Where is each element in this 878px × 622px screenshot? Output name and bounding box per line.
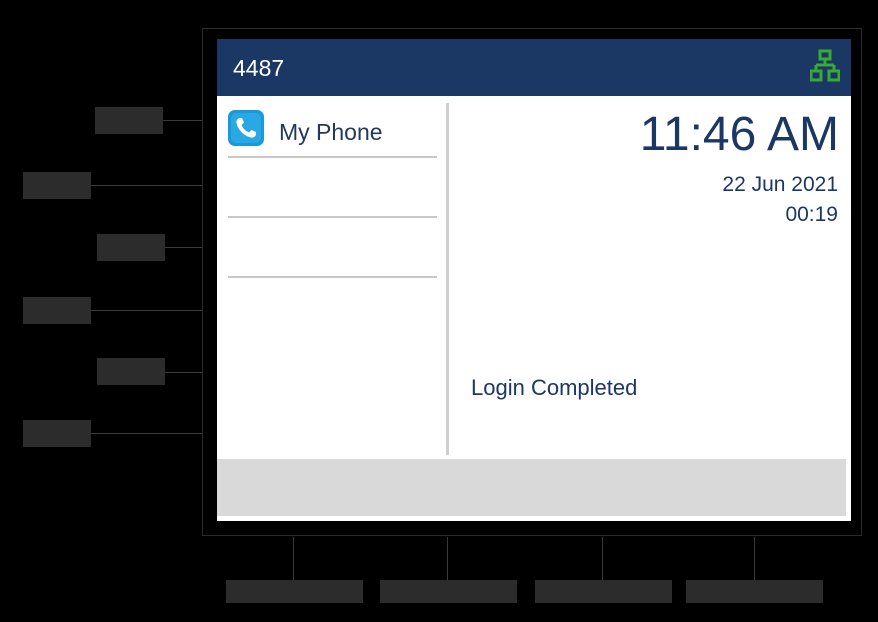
line-key-empty-2[interactable] — [228, 158, 437, 218]
softkey-connector — [447, 537, 448, 580]
line-key-my-phone[interactable]: My Phone — [228, 98, 437, 158]
side-button-connector — [91, 185, 202, 186]
softkey-button-1[interactable] — [226, 580, 363, 603]
softkey-button-2[interactable] — [380, 580, 517, 603]
side-line-button-6[interactable] — [23, 420, 91, 447]
status-header: 4487 — [217, 39, 851, 96]
clock-date: 22 Jun 2021 — [722, 173, 838, 196]
phone-screen: 4487 My Phone 11:46 AM 22 Jun 2021 00:19… — [217, 39, 851, 521]
side-button-connector — [165, 372, 202, 373]
softkey-connector — [293, 537, 294, 580]
line-key-label: My Phone — [279, 119, 383, 145]
softkey-button-3[interactable] — [535, 580, 672, 603]
phone-icon — [228, 110, 264, 146]
side-button-connector — [91, 433, 202, 434]
softkey-bar — [217, 459, 846, 516]
network-connected-icon — [810, 49, 840, 82]
extension-number: 4487 — [233, 55, 285, 81]
side-line-button-1[interactable] — [95, 107, 163, 134]
softkey-connector — [754, 537, 755, 580]
side-button-connector — [91, 310, 202, 311]
softkey-button-4[interactable] — [686, 580, 823, 603]
side-button-connector — [165, 247, 202, 248]
side-line-button-5[interactable] — [97, 358, 165, 385]
side-line-button-3[interactable] — [97, 234, 165, 261]
clock-time: 11:46 AM — [639, 108, 839, 161]
panel-divider — [446, 103, 449, 455]
side-line-button-2[interactable] — [23, 172, 91, 199]
side-button-connector — [163, 120, 202, 121]
side-line-button-4[interactable] — [23, 297, 91, 324]
line-keys-panel: My Phone — [217, 96, 447, 456]
status-message: Login Completed — [471, 375, 638, 400]
softkey-connector — [602, 537, 603, 580]
call-duration: 00:19 — [785, 203, 838, 226]
line-key-empty-3[interactable] — [228, 218, 437, 278]
